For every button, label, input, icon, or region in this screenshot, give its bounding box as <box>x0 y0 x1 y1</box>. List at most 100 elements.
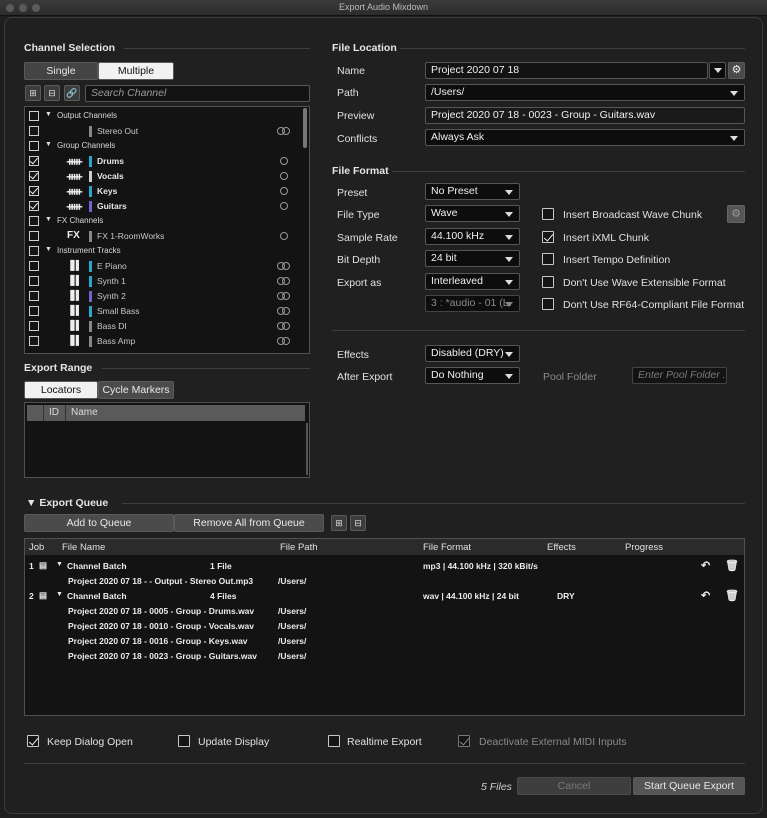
channel-color-bar <box>89 336 92 347</box>
job-name: Channel Batch <box>67 561 127 571</box>
tempo-definition-label: Insert Tempo Definition <box>563 254 671 266</box>
id-column-header: ID <box>49 407 59 418</box>
channel-row[interactable]: ▐▌▌ Small Bass <box>25 305 305 320</box>
channel-checkbox[interactable] <box>29 291 39 301</box>
channel-row[interactable]: ▐▌▌ Bass Amp <box>25 335 305 350</box>
name-dropdown-button[interactable] <box>709 62 726 79</box>
sample-rate-dropdown[interactable]: 44.100 kHz <box>425 228 520 245</box>
single-mode-button[interactable]: Single <box>24 62 98 80</box>
link-icon[interactable]: 🔗 <box>64 85 80 101</box>
channel-group-row[interactable]: Instrument Tracks ▼ <box>25 245 305 260</box>
update-display-checkbox[interactable] <box>178 735 190 747</box>
remove-all-from-queue-button[interactable]: Remove All from Queue <box>174 514 324 532</box>
channel-dropdown: 3 : *audio - 01 (L. <box>425 295 520 312</box>
channel-row[interactable]: ᚔ Guitars <box>25 200 305 215</box>
file-type-dropdown[interactable]: Wave <box>425 205 520 222</box>
channel-color-bar <box>89 261 92 272</box>
fx-icon: FX <box>67 230 80 241</box>
job-effects: DRY <box>557 591 575 601</box>
preset-dropdown[interactable]: No Preset <box>425 183 520 200</box>
export-as-dropdown[interactable]: Interleaved <box>425 273 520 290</box>
channel-group-row[interactable]: Output Channels ▼ <box>25 110 305 125</box>
cycle-markers-tab[interactable]: Cycle Markers <box>98 381 174 399</box>
channel-group-row[interactable]: FX Channels ▼ <box>25 215 305 230</box>
channel-row[interactable]: ▐▌▌ Bass DI <box>25 320 305 335</box>
revert-icon[interactable]: ↶ <box>701 589 710 602</box>
channel-checkbox[interactable] <box>29 216 39 226</box>
expand-arrow-icon[interactable]: ▼ <box>45 216 52 223</box>
trash-icon[interactable]: 🗑 <box>725 559 739 572</box>
cancel-button[interactable]: Cancel <box>517 777 631 795</box>
channel-row[interactable]: ᚔ Vocals <box>25 170 305 185</box>
realtime-export-checkbox[interactable] <box>328 735 340 747</box>
multiple-mode-button[interactable]: Multiple <box>98 62 174 80</box>
broadcast-wave-checkbox[interactable] <box>542 208 554 220</box>
channel-checkbox[interactable] <box>29 111 39 121</box>
after-export-dropdown[interactable]: Do Nothing <box>425 367 520 384</box>
wave-extensible-checkbox[interactable] <box>542 276 554 288</box>
channel-row[interactable]: ▐▌▌ Synth 1 <box>25 275 305 290</box>
export-queue-title[interactable]: ▼ Export Queue <box>26 497 108 509</box>
expand-arrow-icon[interactable]: ▼ <box>56 561 63 568</box>
job-file-format: mp3 | 44.100 kHz | 320 kBit/s <box>423 561 538 571</box>
channel-row[interactable]: ▐▌▌ E Piano <box>25 260 305 275</box>
queue-file-path: /Users/ <box>278 576 307 586</box>
conflicts-dropdown[interactable]: Always Ask <box>425 129 745 146</box>
realtime-export-label: Realtime Export <box>347 736 422 748</box>
channel-checkbox[interactable] <box>29 321 39 331</box>
file-location-title: File Location <box>332 42 397 54</box>
effects-dropdown[interactable]: Disabled (DRY) <box>425 345 520 362</box>
channel-group-row[interactable]: Group Channels ▼ <box>25 140 305 155</box>
channel-checkbox[interactable] <box>29 246 39 256</box>
channel-row[interactable]: FX FX 1-RoomWorks <box>25 230 305 245</box>
channel-checkbox[interactable] <box>29 186 39 196</box>
expand-arrow-icon[interactable]: ▼ <box>45 246 52 253</box>
range-scrollbar[interactable] <box>306 423 308 475</box>
channel-checkbox[interactable] <box>29 171 39 181</box>
collapse-queue-icon[interactable]: ⊟ <box>350 515 366 531</box>
channel-checkbox[interactable] <box>29 336 39 346</box>
expand-queue-icon[interactable]: ⊞ <box>331 515 347 531</box>
search-channel-input[interactable]: Search Channel <box>85 85 310 102</box>
channel-row[interactable]: ᚔ Drums <box>25 155 305 170</box>
locators-tab[interactable]: Locators <box>24 381 98 399</box>
trash-icon[interactable]: 🗑 <box>725 589 739 602</box>
piano-icon: ▐▌▌ <box>67 275 82 285</box>
expand-arrow-icon[interactable]: ▼ <box>45 141 52 148</box>
divider <box>124 48 310 49</box>
rf64-checkbox[interactable] <box>542 298 554 310</box>
channel-row[interactable]: ᚔ Keys <box>25 185 305 200</box>
channel-checkbox[interactable] <box>29 141 39 151</box>
name-settings-gear-icon[interactable]: ⚙ <box>728 62 745 79</box>
broadcast-settings-gear-icon[interactable]: ⚙ <box>727 205 745 223</box>
channel-row[interactable]: Stereo Out <box>25 125 305 140</box>
channel-checkbox[interactable] <box>29 261 39 271</box>
channel-checkbox[interactable] <box>29 126 39 136</box>
job-number: 1 <box>29 561 34 571</box>
channel-checkbox[interactable] <box>29 156 39 166</box>
keep-dialog-open-checkbox[interactable] <box>27 735 39 747</box>
add-to-queue-button[interactable]: Add to Queue <box>24 514 174 532</box>
start-queue-export-button[interactable]: Start Queue Export <box>633 777 745 795</box>
collapse-all-icon[interactable]: ⊟ <box>44 85 60 101</box>
piano-icon: ▐▌▌ <box>67 320 82 330</box>
channel-row[interactable]: ▐▌▌ Synth 2 <box>25 290 305 305</box>
tempo-definition-checkbox[interactable] <box>542 253 554 265</box>
expand-arrow-icon[interactable]: ▼ <box>56 591 63 598</box>
job-file-count: 1 File <box>210 561 232 571</box>
channel-checkbox[interactable] <box>29 306 39 316</box>
channel-tree-scrollbar[interactable] <box>303 108 307 148</box>
stereo-pan-icon <box>277 307 291 315</box>
channel-checkbox[interactable] <box>29 201 39 211</box>
group-icon: ᚔ <box>67 171 83 183</box>
path-dropdown[interactable]: /Users/ <box>425 84 745 101</box>
stereo-pan-icon <box>277 127 291 135</box>
ixml-checkbox[interactable] <box>542 231 554 243</box>
expand-arrow-icon[interactable]: ▼ <box>45 111 52 118</box>
bit-depth-dropdown[interactable]: 24 bit <box>425 250 520 267</box>
channel-checkbox[interactable] <box>29 276 39 286</box>
channel-checkbox[interactable] <box>29 231 39 241</box>
file-name-input[interactable]: Project 2020 07 18 <box>425 62 708 79</box>
revert-icon[interactable]: ↶ <box>701 559 710 572</box>
expand-all-icon[interactable]: ⊞ <box>25 85 41 101</box>
